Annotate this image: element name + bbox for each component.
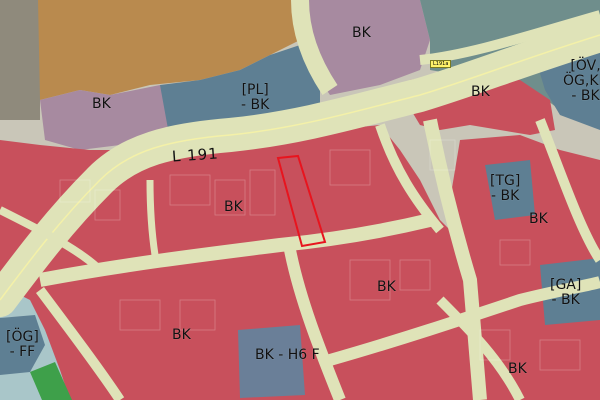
zone-label-ga-bk: [GA] - BK: [550, 277, 582, 308]
zone-label-bk-southeast: BK: [508, 361, 527, 377]
zone-label-ov-og-ki-bk: [ÖV, ÖG,KI] - BK: [563, 58, 600, 104]
road-label-l191: L 191: [171, 144, 220, 166]
zone-label-bk-southwest: BK: [172, 327, 191, 343]
zone-label-bk-northwest: BK: [92, 96, 111, 112]
road-shield-l191a: L191a: [430, 60, 452, 68]
zone-label-bk-northeast-block: BK: [471, 84, 490, 100]
map-view[interactable]: L 191 L191a BK BK [PL] - BK [ÖV, ÖG,KI] …: [0, 0, 600, 400]
zone-label-tg-bk: [TG] - BK: [490, 173, 521, 204]
zone-label-bk-east: BK: [529, 211, 548, 227]
aerial-strip-northwest: [0, 0, 40, 120]
zone-label-bk-h6f: BK - H6 F: [255, 347, 320, 363]
zone-label-bk-north: BK: [352, 25, 371, 41]
zone-label-bk-south-center: BK: [377, 279, 396, 295]
zone-label-pl-bk: [PL] - BK: [241, 82, 270, 113]
zone-label-bk-central: BK: [224, 199, 243, 215]
zone-label-og-ff: [ÖG] - FF: [6, 329, 39, 360]
